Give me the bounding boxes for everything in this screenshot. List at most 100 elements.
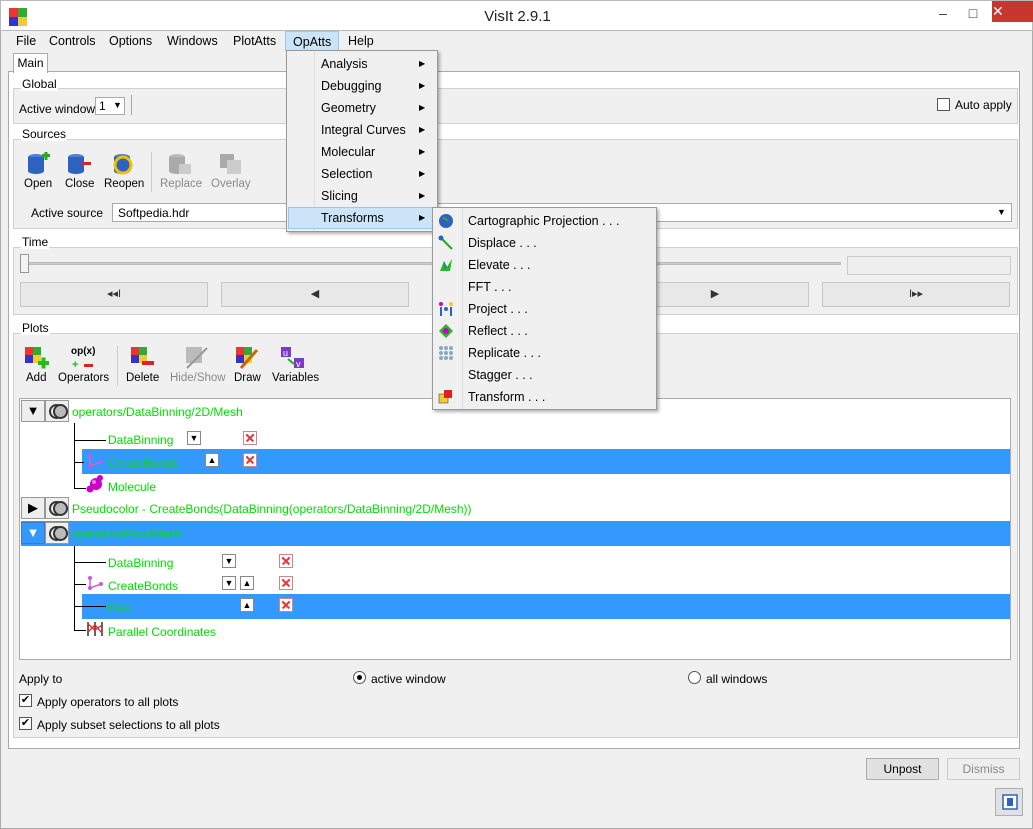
open-database-icon xyxy=(28,152,50,174)
plot-1-label[interactable]: operators/DataBinning/2D/Mesh xyxy=(72,405,243,419)
operators-button[interactable]: Operators xyxy=(58,372,109,384)
tab-main[interactable]: Main xyxy=(13,53,48,73)
plot-3-label[interactable]: operators/Flux/Mesh xyxy=(72,527,181,541)
menu-help[interactable]: Help xyxy=(341,31,381,51)
menu-item-geometry[interactable]: Geometry xyxy=(321,97,376,119)
remove-operator-button[interactable] xyxy=(243,431,257,445)
chevron-down-icon: ▼ xyxy=(113,100,122,110)
remove-operator-button[interactable] xyxy=(279,554,293,568)
move-up-button[interactable]: ▲ xyxy=(240,576,254,590)
auto-apply-checkbox[interactable] xyxy=(937,98,950,111)
minimize-button[interactable]: – xyxy=(928,2,958,24)
menu-controls[interactable]: Controls xyxy=(42,31,103,51)
plot-2-label[interactable]: Pseudocolor - CreateBonds(DataBinning(op… xyxy=(72,502,472,516)
operator-databinning[interactable]: DataBinning xyxy=(108,433,173,447)
operator-molecule[interactable]: Molecule xyxy=(108,480,156,494)
plot-visibility-icon[interactable] xyxy=(45,497,69,519)
operator-createbonds[interactable]: CreateBonds xyxy=(108,456,178,470)
step-forward-button[interactable]: I▸▸ xyxy=(822,282,1010,307)
operator-flux[interactable]: Flux xyxy=(108,601,131,615)
delete-button[interactable]: Delete xyxy=(126,372,159,384)
menu-item-integral-curves[interactable]: Integral Curves xyxy=(321,119,406,141)
move-up-button[interactable]: ▲ xyxy=(240,598,254,612)
open-button[interactable]: Open xyxy=(24,178,52,190)
menu-item-stagger[interactable]: Stagger . . . xyxy=(468,364,533,386)
menu-item-transform[interactable]: Transform . . . xyxy=(468,386,545,408)
menu-item-cartographic-projection[interactable]: Cartographic Projection . . . xyxy=(468,210,619,232)
globe-icon xyxy=(439,214,453,228)
menu-item-fft[interactable]: FFT . . . xyxy=(468,276,512,298)
operator-createbonds[interactable]: CreateBonds xyxy=(108,579,178,593)
time-state-field[interactable] xyxy=(847,256,1011,275)
move-up-button[interactable]: ▲ xyxy=(205,453,219,467)
reopen-icon xyxy=(113,154,133,175)
plot-visibility-icon[interactable] xyxy=(45,400,69,422)
maximize-button[interactable]: □ xyxy=(958,2,988,24)
hide-show-button[interactable]: Hide/Show xyxy=(170,372,226,384)
project-icon xyxy=(439,302,453,316)
menu-gutter xyxy=(287,51,315,231)
tree-line xyxy=(74,488,86,489)
collapse-toggle[interactable]: ▼ xyxy=(21,400,45,422)
tree-line xyxy=(74,423,75,489)
move-down-button[interactable]: ▼ xyxy=(222,576,236,590)
plot-visibility-icon[interactable] xyxy=(45,522,69,544)
molecule-icon xyxy=(86,475,103,493)
active-window-radio[interactable] xyxy=(353,671,366,684)
time-slider-handle[interactable] xyxy=(20,254,29,273)
step-back-button[interactable]: ◂◂I xyxy=(20,282,208,307)
remove-operator-button[interactable] xyxy=(279,576,293,590)
transforms-submenu xyxy=(432,207,657,410)
reopen-button[interactable]: Reopen xyxy=(104,178,144,190)
menu-item-selection[interactable]: Selection xyxy=(321,163,372,185)
replace-button[interactable]: Replace xyxy=(160,178,202,190)
add-button[interactable]: Add xyxy=(26,372,46,384)
remove-operator-button[interactable] xyxy=(279,598,293,612)
overlay-button[interactable]: Overlay xyxy=(211,178,251,190)
move-down-button[interactable]: ▼ xyxy=(187,431,201,445)
draw-button[interactable]: Draw xyxy=(234,372,261,384)
menu-item-reflect[interactable]: Reflect . . . xyxy=(468,320,528,342)
unpost-button[interactable]: Unpost xyxy=(866,758,939,780)
operator-databinning[interactable]: DataBinning xyxy=(108,556,173,570)
move-down-button[interactable]: ▼ xyxy=(222,554,236,568)
menu-plotatts[interactable]: PlotAtts xyxy=(226,31,283,51)
apply-subset-label: Apply subset selections to all plots xyxy=(37,718,220,732)
divider xyxy=(117,346,118,386)
menu-item-debugging[interactable]: Debugging xyxy=(321,75,381,97)
menu-file[interactable]: File xyxy=(9,31,43,51)
close-window-button[interactable]: ✕ xyxy=(992,1,1033,22)
apply-subset-checkbox[interactable]: ✔ xyxy=(19,717,32,730)
menu-item-molecular[interactable]: Molecular xyxy=(321,141,375,163)
active-window-combo[interactable]: 1 ▼ xyxy=(95,97,125,115)
variables-button[interactable]: Variables xyxy=(272,372,319,384)
menu-item-transforms[interactable]: Transforms xyxy=(321,207,384,229)
displace-icon xyxy=(438,235,453,250)
parallel-coordinates-icon xyxy=(87,622,103,636)
dismiss-button[interactable]: Dismiss xyxy=(947,758,1020,780)
reflect-icon xyxy=(439,324,453,338)
menu-item-slicing[interactable]: Slicing xyxy=(321,185,358,207)
apply-operators-checkbox[interactable]: ✔ xyxy=(19,694,32,707)
global-group xyxy=(13,88,1018,124)
close-button[interactable]: Close xyxy=(65,178,94,190)
output-button[interactable] xyxy=(995,788,1023,816)
menu-opatts[interactable]: OpAtts xyxy=(285,31,340,51)
hide-show-icon xyxy=(186,347,208,369)
plots-label: Plots xyxy=(21,321,50,335)
menu-options[interactable]: Options xyxy=(102,31,159,51)
collapse-toggle[interactable]: ▼ xyxy=(21,522,45,544)
add-plot-icon xyxy=(25,347,49,369)
operator-parallel-coordinates[interactable]: Parallel Coordinates xyxy=(108,625,216,639)
menu-item-elevate[interactable]: Elevate . . . xyxy=(468,254,531,276)
play-reverse-button[interactable]: ◀ xyxy=(221,282,409,307)
menu-item-displace[interactable]: Displace . . . xyxy=(468,232,537,254)
menu-item-project[interactable]: Project . . . xyxy=(468,298,528,320)
all-windows-radio[interactable] xyxy=(688,671,701,684)
menu-item-replicate[interactable]: Replicate . . . xyxy=(468,342,541,364)
remove-operator-button[interactable] xyxy=(243,453,257,467)
menu-windows[interactable]: Windows xyxy=(160,31,225,51)
menu-item-analysis[interactable]: Analysis xyxy=(321,53,368,75)
expand-toggle[interactable]: ▶ xyxy=(21,497,45,519)
draw-icon xyxy=(236,347,259,369)
